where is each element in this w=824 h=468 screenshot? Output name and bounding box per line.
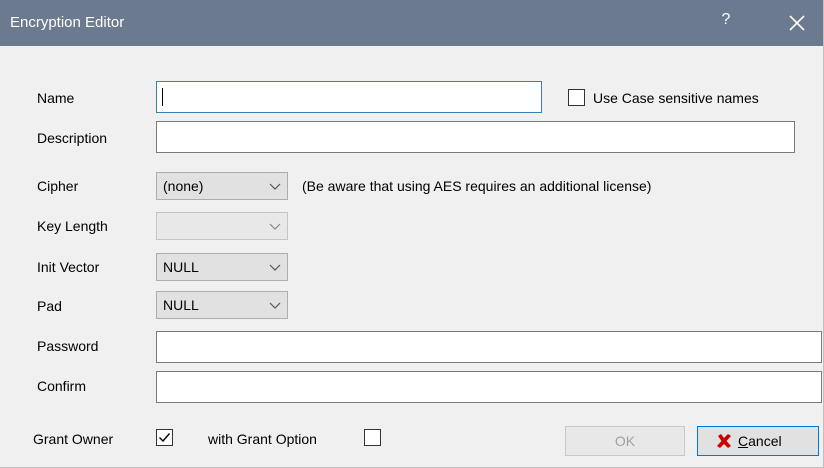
- pad-label: Pad: [37, 298, 62, 314]
- chevron-down-icon: [269, 183, 281, 190]
- cipher-value: (none): [163, 178, 204, 194]
- name-label: Name: [37, 90, 75, 106]
- title-bar[interactable]: Encryption Editor ?: [0, 0, 823, 46]
- help-button[interactable]: ?: [716, 11, 736, 33]
- window-title: Encryption Editor: [10, 14, 125, 31]
- grant-owner-checkbox[interactable]: [156, 429, 173, 446]
- text-caret: [162, 88, 163, 106]
- password-input[interactable]: [156, 331, 822, 363]
- encryption-editor-dialog: Encryption Editor ? Name Use Case sensit…: [0, 0, 824, 468]
- cipher-label: Cipher: [37, 178, 79, 194]
- ok-button[interactable]: OK: [565, 426, 685, 456]
- grant-option-label: with Grant Option: [208, 431, 317, 447]
- pad-select[interactable]: NULL: [156, 291, 288, 319]
- confirm-label: Confirm: [37, 378, 87, 394]
- init-vector-label: Init Vector: [37, 259, 100, 275]
- chevron-down-icon: [269, 302, 281, 309]
- checkmark-icon: [159, 433, 171, 443]
- cipher-note: (Be aware that using AES requires an add…: [302, 178, 652, 194]
- chevron-down-icon: [269, 223, 281, 230]
- confirm-input[interactable]: [156, 371, 822, 403]
- case-sensitive-checkbox[interactable]: [568, 89, 585, 106]
- close-icon: [789, 15, 805, 31]
- pad-value: NULL: [163, 297, 199, 313]
- password-label: Password: [37, 338, 99, 354]
- grant-option-checkbox[interactable]: [364, 429, 381, 446]
- key-length-select[interactable]: [156, 212, 288, 240]
- chevron-down-icon: [269, 264, 281, 271]
- name-input[interactable]: [156, 81, 542, 113]
- description-label: Description: [37, 130, 108, 146]
- ok-label: OK: [614, 433, 636, 449]
- cipher-select[interactable]: (none): [156, 172, 288, 200]
- case-sensitive-label: Use Case sensitive names: [593, 90, 759, 106]
- close-button[interactable]: [786, 12, 808, 34]
- init-vector-value: NULL: [163, 259, 199, 275]
- description-input[interactable]: [156, 121, 795, 153]
- grant-owner-label: Grant Owner: [33, 431, 114, 447]
- key-length-label: Key Length: [37, 218, 108, 234]
- cancel-x-icon: [717, 434, 731, 448]
- cancel-label: Cancel: [738, 433, 782, 449]
- init-vector-select[interactable]: NULL: [156, 253, 288, 281]
- cancel-button[interactable]: Cancel: [697, 426, 819, 456]
